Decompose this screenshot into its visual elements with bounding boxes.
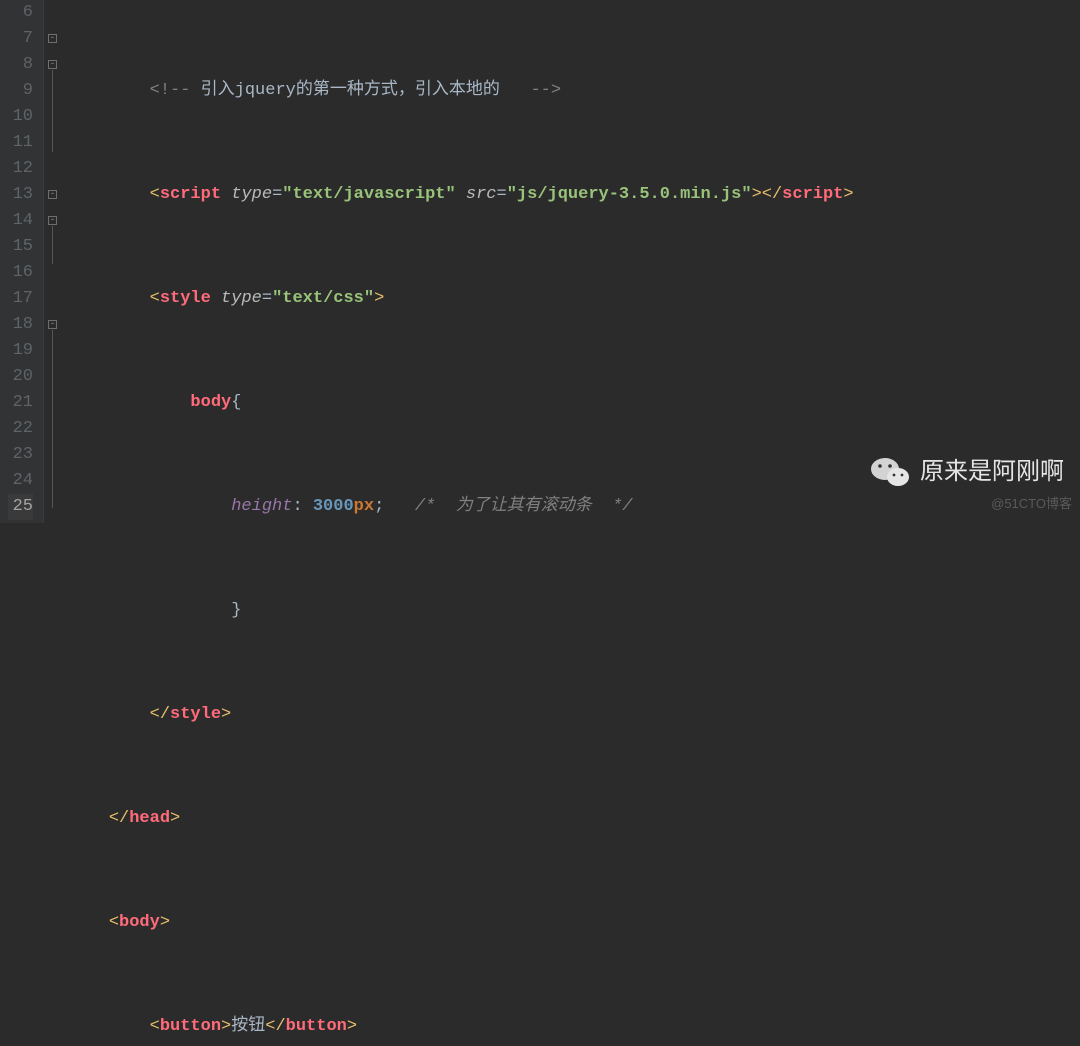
angle: </ xyxy=(265,1017,285,1036)
line-number: 23 xyxy=(8,442,33,468)
angle: < xyxy=(150,1017,160,1036)
indent xyxy=(68,809,109,828)
fold-toggle-icon[interactable]: - xyxy=(48,60,57,69)
blog-watermark: @51CTO博客 xyxy=(991,491,1072,517)
indent xyxy=(68,1017,150,1036)
fold-toggle-icon[interactable]: - xyxy=(48,34,57,43)
indent xyxy=(68,497,231,516)
indent xyxy=(68,705,150,724)
attr-value: "text/javascript" xyxy=(282,185,455,204)
fold-guide xyxy=(52,70,53,152)
wechat-watermark-text: 原来是阿刚啊 xyxy=(920,459,1064,485)
angle: < xyxy=(150,185,160,204)
fold-toggle-icon[interactable]: - xyxy=(48,190,57,199)
tag-name: body xyxy=(119,913,160,932)
angle: < xyxy=(150,289,160,308)
tag-name: head xyxy=(129,809,170,828)
css-prop: height xyxy=(231,497,292,516)
code-line[interactable]: <button>按钮</button> xyxy=(68,1014,1080,1040)
equals: = xyxy=(262,289,272,308)
brace: { xyxy=(231,393,241,412)
css-number: 3000 xyxy=(313,497,354,516)
fold-guide xyxy=(52,330,53,508)
indent xyxy=(68,289,150,308)
comment: /* 为了让其有滚动条 */ xyxy=(415,497,633,516)
code-text: <!-- 引入jquery的第一种方式，引入本地的 --> xyxy=(68,81,561,100)
line-number: 20 xyxy=(8,364,33,390)
line-number: 24 xyxy=(8,468,33,494)
line-number: 15 xyxy=(8,234,33,260)
text-content: 按钮 xyxy=(231,1017,265,1036)
line-number: 22 xyxy=(8,416,33,442)
semi: ; xyxy=(374,497,384,516)
angle: </ xyxy=(109,809,129,828)
angle: </ xyxy=(150,705,170,724)
attr-value: "js/jquery-3.5.0.min.js" xyxy=(507,185,752,204)
css-selector: body xyxy=(190,393,231,412)
attr: type xyxy=(221,289,262,308)
indent xyxy=(68,393,190,412)
indent xyxy=(68,601,231,620)
attr: src xyxy=(466,185,497,204)
tag-name: style xyxy=(170,705,221,724)
code-line[interactable]: height: 3000px; /* 为了让其有滚动条 */ xyxy=(68,494,1080,520)
fold-guide xyxy=(52,226,53,264)
line-number: 11 xyxy=(8,130,33,156)
line-number: 16 xyxy=(8,260,33,286)
angle: > xyxy=(843,185,853,204)
code-line[interactable]: body{ xyxy=(68,390,1080,416)
tag-name: style xyxy=(160,289,211,308)
code-line[interactable]: <style type="text/css"> xyxy=(68,286,1080,312)
code-line[interactable]: <script type="text/javascript" src="js/j… xyxy=(68,182,1080,208)
fold-gutter[interactable]: - - - - - xyxy=(44,0,62,523)
line-number: 18 xyxy=(8,312,33,338)
line-number-gutter: 6 7 8 9 10 11 12 13 14 15 16 17 18 19 20… xyxy=(0,0,44,523)
wechat-icon xyxy=(870,455,910,489)
angle: > xyxy=(221,705,231,724)
line-number: 8 xyxy=(8,52,33,78)
brace: } xyxy=(231,601,241,620)
attr: type xyxy=(231,185,272,204)
angle: < xyxy=(109,913,119,932)
wechat-watermark: 原来是阿刚啊 xyxy=(870,455,1064,489)
tag-name: button xyxy=(286,1017,347,1036)
angle: > xyxy=(170,809,180,828)
indent xyxy=(68,185,150,204)
line-number: 6 xyxy=(8,0,33,26)
line-number: 14 xyxy=(8,208,33,234)
angle: > xyxy=(221,1017,231,1036)
code-line[interactable]: <!-- 引入jquery的第一种方式，引入本地的 --> xyxy=(68,78,1080,104)
angle: > xyxy=(374,289,384,308)
colon: : xyxy=(292,497,312,516)
code-editor[interactable]: 6 7 8 9 10 11 12 13 14 15 16 17 18 19 20… xyxy=(0,0,1080,523)
css-unit: px xyxy=(354,497,374,516)
code-line[interactable]: } xyxy=(68,598,1080,624)
line-number: 10 xyxy=(8,104,33,130)
fold-toggle-icon[interactable]: - xyxy=(48,216,57,225)
indent xyxy=(68,913,109,932)
angle: > xyxy=(347,1017,357,1036)
line-number: 17 xyxy=(8,286,33,312)
angle: ></ xyxy=(752,185,783,204)
line-number: 13 xyxy=(8,182,33,208)
attr-value: "text/css" xyxy=(272,289,374,308)
code-area[interactable]: <!-- 引入jquery的第一种方式，引入本地的 --> <script ty… xyxy=(62,0,1080,523)
line-number: 12 xyxy=(8,156,33,182)
equals: = xyxy=(272,185,282,204)
code-line[interactable]: </head> xyxy=(68,806,1080,832)
line-number: 21 xyxy=(8,390,33,416)
code-line[interactable]: <body> xyxy=(68,910,1080,936)
code-line[interactable]: </style> xyxy=(68,702,1080,728)
line-number: 19 xyxy=(8,338,33,364)
tag-name: script xyxy=(160,185,221,204)
line-number: 7 xyxy=(8,26,33,52)
fold-toggle-icon[interactable]: - xyxy=(48,320,57,329)
line-number: 9 xyxy=(8,78,33,104)
tag-name: script xyxy=(782,185,843,204)
tag-name: button xyxy=(160,1017,221,1036)
angle: > xyxy=(160,913,170,932)
line-number-current: 25 xyxy=(8,494,33,520)
equals: = xyxy=(497,185,507,204)
